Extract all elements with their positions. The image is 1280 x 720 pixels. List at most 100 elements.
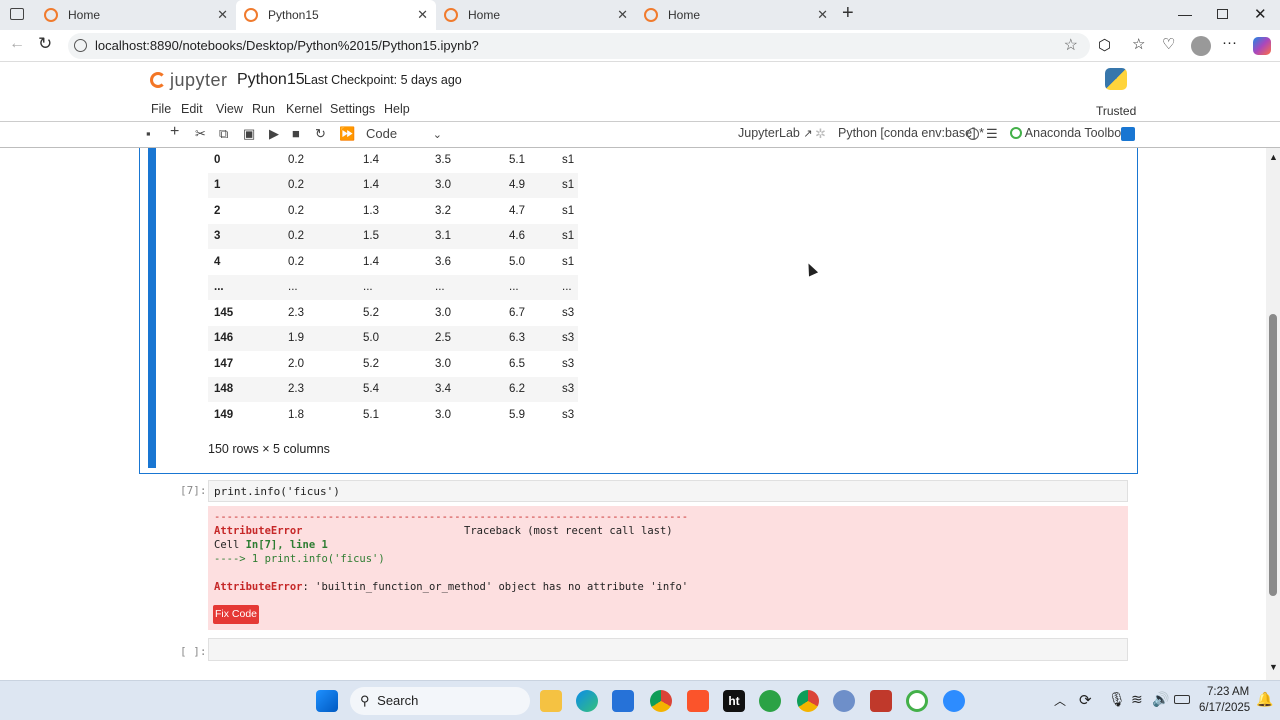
menu-edit[interactable]: Edit bbox=[181, 102, 203, 116]
copilot-icon[interactable] bbox=[1253, 37, 1271, 55]
tools-app-icon[interactable] bbox=[870, 690, 892, 712]
scroll-down-icon[interactable]: ▼ bbox=[1269, 662, 1278, 672]
maximize-icon[interactable] bbox=[1217, 9, 1228, 19]
favorite-star-icon[interactable]: ☆ bbox=[1064, 33, 1078, 59]
site-info-icon[interactable] bbox=[74, 39, 87, 52]
notebook-scrollbar[interactable]: ▲ ▼ bbox=[1266, 148, 1280, 680]
microphone-icon[interactable]: 🎙 bbox=[1108, 691, 1126, 708]
hamburger-menu-icon[interactable]: ☰ bbox=[986, 126, 998, 142]
paste-icon[interactable]: ▣ bbox=[243, 126, 255, 142]
code-editor[interactable]: print.info('ficus') bbox=[208, 480, 1128, 502]
table-cell: s3 bbox=[562, 409, 575, 421]
debugger-icon[interactable]: ✲ bbox=[815, 126, 826, 142]
r-app-icon[interactable] bbox=[833, 690, 855, 712]
insert-cell-icon[interactable]: + bbox=[170, 123, 179, 141]
menu-settings[interactable]: Settings bbox=[330, 102, 375, 116]
run-icon[interactable]: ▶ bbox=[269, 126, 279, 142]
notebook-title[interactable]: Python15 bbox=[237, 71, 305, 89]
menu-file[interactable]: File bbox=[151, 102, 171, 116]
trusted-indicator[interactable]: Trusted bbox=[1096, 104, 1136, 118]
search-icon: ⚲ bbox=[360, 693, 370, 708]
url-field[interactable]: localhost:8890/notebooks/Desktop/Python%… bbox=[68, 33, 1090, 59]
health-icon[interactable]: ♡ bbox=[1162, 35, 1175, 53]
menu-bar: File Edit View Run Kernel Settings Help … bbox=[0, 100, 1280, 122]
menu-help[interactable]: Help bbox=[384, 102, 410, 116]
chrome-profile-icon[interactable] bbox=[797, 690, 819, 712]
kernel-name[interactable]: Python [conda env:base] * bbox=[838, 126, 984, 140]
battery-icon[interactable] bbox=[1174, 695, 1190, 704]
menu-run[interactable]: Run bbox=[252, 102, 275, 116]
scrollbar-thumb[interactable] bbox=[1269, 314, 1277, 596]
cell-type-select[interactable]: Code ⌄ bbox=[366, 126, 442, 141]
error-output: ----------------------------------------… bbox=[208, 506, 1128, 630]
table-cell: s3 bbox=[562, 383, 575, 395]
tab-label: Home bbox=[668, 8, 701, 22]
extensions-icon[interactable]: ⬡ bbox=[1098, 36, 1111, 54]
copy-icon[interactable]: ⧉ bbox=[219, 126, 228, 142]
save-icon[interactable]: ▪ bbox=[146, 126, 151, 141]
empty-code-editor[interactable] bbox=[208, 638, 1128, 661]
close-tab-icon[interactable]: ✕ bbox=[617, 7, 628, 23]
python-logo-icon bbox=[1105, 68, 1127, 90]
ht-app-icon[interactable]: ht bbox=[723, 690, 745, 712]
menu-kernel[interactable]: Kernel bbox=[286, 102, 322, 116]
sync-icon[interactable]: ⟳ bbox=[1079, 691, 1092, 709]
file-explorer-icon[interactable] bbox=[540, 690, 562, 712]
new-tab-icon[interactable]: + bbox=[842, 2, 854, 25]
minimize-icon[interactable]: — bbox=[1178, 6, 1192, 22]
table-cell: ... bbox=[288, 281, 298, 293]
chat-app-icon[interactable] bbox=[759, 690, 781, 712]
table-cell: 6.3 bbox=[509, 332, 525, 344]
row-index: 0 bbox=[214, 154, 221, 166]
close-tab-icon[interactable]: ✕ bbox=[817, 7, 828, 23]
run-all-icon[interactable]: ⏩ bbox=[339, 126, 355, 142]
notification-bell-icon[interactable]: 🔔 bbox=[1256, 691, 1273, 708]
property-inspector-icon[interactable] bbox=[1121, 127, 1135, 141]
cell-selection-bar[interactable] bbox=[148, 148, 156, 468]
row-index: 149 bbox=[214, 409, 234, 421]
close-window-icon[interactable]: ✕ bbox=[1254, 5, 1267, 23]
table-cell: 5.2 bbox=[363, 358, 379, 370]
cut-icon[interactable]: ✂ bbox=[195, 126, 206, 142]
back-icon[interactable]: ← bbox=[9, 35, 25, 53]
anaconda-toolbox-button[interactable]: Anaconda Toolbox bbox=[1010, 126, 1127, 140]
tab-label: Python15 bbox=[268, 8, 319, 22]
anaconda-toolbox-label: Anaconda Toolbox bbox=[1024, 126, 1128, 140]
stop-icon[interactable]: ■ bbox=[292, 126, 300, 141]
clock-time[interactable]: 7:23 AM bbox=[1207, 686, 1249, 698]
fix-code-button[interactable]: Fix Code bbox=[213, 605, 259, 624]
taskbar-search[interactable]: ⚲ Search bbox=[350, 687, 530, 715]
reload-icon[interactable]: ↻ bbox=[38, 34, 52, 54]
jupyterlab-link[interactable]: JupyterLab ↗ bbox=[738, 126, 813, 140]
chrome-icon[interactable] bbox=[650, 690, 672, 712]
clock-date[interactable]: 6/17/2025 bbox=[1199, 702, 1250, 714]
wifi-icon[interactable]: ≋ bbox=[1131, 691, 1143, 708]
anaconda-app-icon[interactable] bbox=[906, 690, 928, 712]
edge-icon[interactable] bbox=[576, 690, 598, 712]
row-index: 147 bbox=[214, 358, 234, 370]
volume-icon[interactable]: 🔊 bbox=[1152, 691, 1169, 708]
table-row: 0 0.2 1.4 3.5 5.1 s1 bbox=[208, 148, 578, 173]
table-cell: 1.4 bbox=[363, 256, 379, 268]
table-cell: s1 bbox=[562, 256, 575, 268]
store-icon[interactable] bbox=[612, 690, 634, 712]
more-menu-icon[interactable]: ··· bbox=[1222, 34, 1237, 51]
table-cell: 3.0 bbox=[435, 409, 451, 421]
windows-start-icon[interactable] bbox=[316, 690, 338, 712]
tab-home-3[interactable]: Home ✕ bbox=[636, 0, 836, 30]
tab-home-2[interactable]: Home ✕ bbox=[436, 0, 636, 30]
show-hidden-icons-chevron-icon[interactable]: ︿ bbox=[1054, 692, 1066, 709]
favorites-icon[interactable]: ☆ bbox=[1132, 35, 1145, 53]
restart-icon[interactable]: ↻ bbox=[315, 126, 326, 142]
scroll-up-icon[interactable]: ▲ bbox=[1269, 152, 1278, 162]
tab-home-1[interactable]: Home ✕ bbox=[36, 0, 236, 30]
profile-avatar[interactable] bbox=[1191, 36, 1211, 56]
zoom-app-icon[interactable] bbox=[943, 690, 965, 712]
tab-actions-icon[interactable] bbox=[10, 8, 24, 20]
menu-view[interactable]: View bbox=[216, 102, 243, 116]
close-tab-icon[interactable]: ✕ bbox=[217, 7, 228, 23]
close-tab-icon[interactable]: ✕ bbox=[417, 7, 428, 23]
jupyter-logo[interactable]: jupyter bbox=[150, 68, 228, 92]
brave-icon[interactable] bbox=[687, 690, 709, 712]
tab-python15[interactable]: Python15 ✕ bbox=[236, 0, 436, 30]
